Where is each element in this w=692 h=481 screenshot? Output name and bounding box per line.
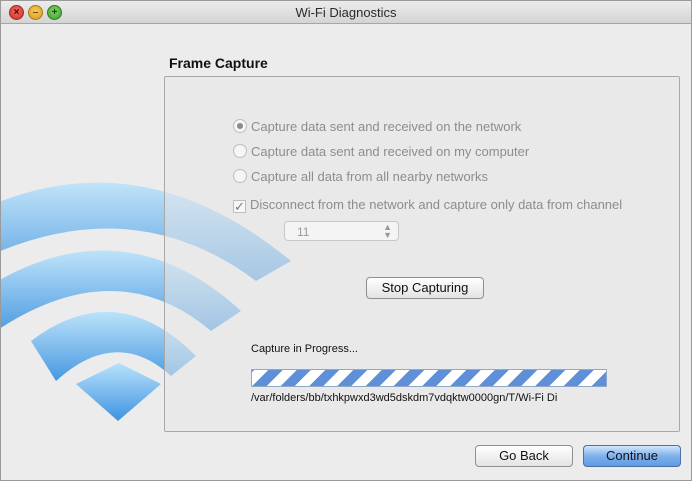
stepper-arrows-icon: ▲ ▼ <box>383 222 392 240</box>
option-disconnect-label: Disconnect from the network and capture … <box>250 197 623 212</box>
channel-select[interactable]: 11 ▲ ▼ <box>284 221 399 241</box>
option-nearby[interactable]: Capture all data from all nearby network… <box>233 169 488 184</box>
option-network[interactable]: Capture data sent and received on the ne… <box>233 119 521 134</box>
wifi-dot <box>76 363 161 421</box>
radio-nearby[interactable] <box>233 169 247 183</box>
option-computer[interactable]: Capture data sent and received on my com… <box>233 144 529 159</box>
disconnect-checkbox[interactable]: ✓ <box>233 200 246 213</box>
option-nearby-label: Capture all data from all nearby network… <box>251 169 489 184</box>
section-title: Frame Capture <box>169 55 268 71</box>
capture-progress-bar <box>251 369 607 387</box>
option-computer-label: Capture data sent and received on my com… <box>251 144 530 159</box>
radio-network[interactable] <box>233 119 247 133</box>
progress-label: Capture in Progress... <box>251 343 358 355</box>
stop-capturing-button[interactable]: Stop Capturing <box>366 277 484 299</box>
option-disconnect[interactable]: ✓ Disconnect from the network and capture… <box>233 197 622 213</box>
window-title: Wi-Fi Diagnostics <box>295 5 397 20</box>
radio-computer[interactable] <box>233 144 247 158</box>
go-back-button[interactable]: Go Back <box>475 445 573 467</box>
continue-button[interactable]: Continue <box>583 445 681 467</box>
channel-value: 11 <box>297 225 310 239</box>
app-window: × – + Wi-Fi Diagnostics Frame Capture Ca… <box>0 0 692 481</box>
title-bar[interactable]: × – + Wi-Fi Diagnostics <box>1 1 691 24</box>
capture-file-path: /var/folders/bb/txhkpwxd3wd5dskdm7vdqktw… <box>251 392 558 404</box>
option-network-label: Capture data sent and received on the ne… <box>251 119 522 134</box>
